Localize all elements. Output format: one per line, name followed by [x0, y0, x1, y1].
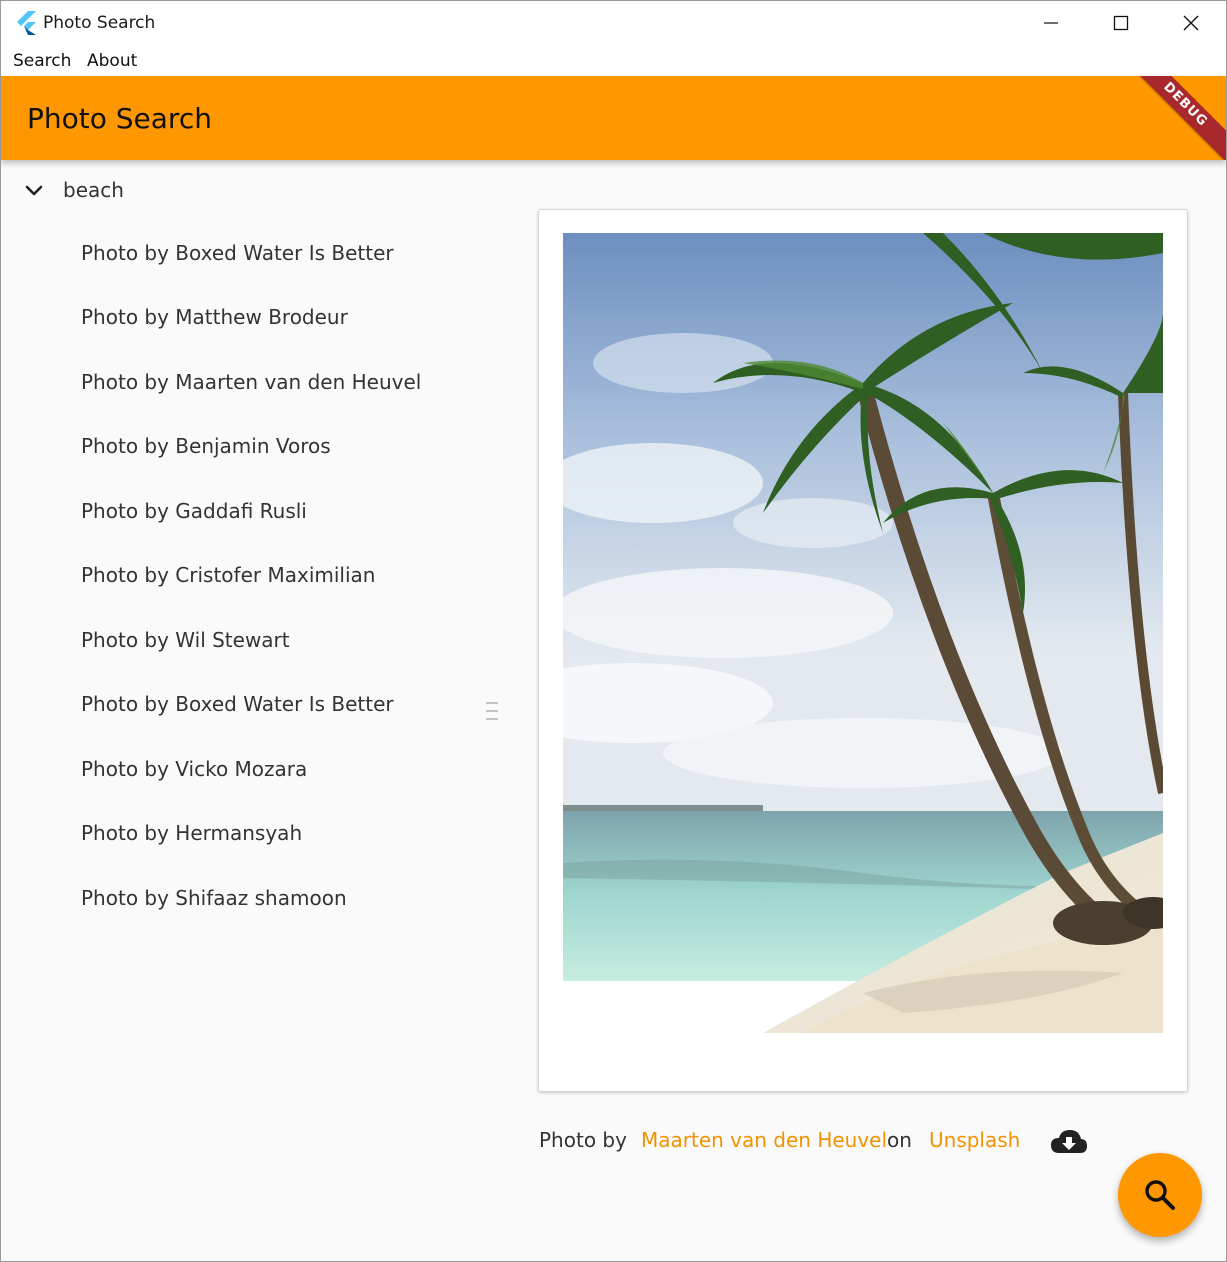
photo-list-item[interactable]: Photo by Benjamin Voros [81, 434, 331, 474]
menu-search[interactable]: Search [13, 51, 71, 71]
photo-list-item[interactable]: Photo by Shifaaz shamoon [81, 886, 347, 926]
maximize-icon [1113, 15, 1129, 31]
photo-list-item[interactable]: Photo by Wil Stewart [81, 628, 290, 668]
search-fab-button[interactable] [1118, 1153, 1202, 1237]
cloud-download-icon[interactable] [1049, 1127, 1089, 1157]
photo-list-item[interactable]: Photo by Matthew Brodeur [81, 305, 348, 345]
flutter-logo-icon [17, 11, 36, 35]
author-link[interactable]: Maarten van den Heuvel [641, 1128, 887, 1152]
maximize-button[interactable] [1086, 1, 1156, 45]
minimize-button[interactable] [1016, 1, 1086, 45]
caption-on: on [887, 1128, 912, 1152]
photo-list-item[interactable]: Photo by Gaddafi Rusli [81, 499, 307, 539]
close-button[interactable] [1156, 1, 1226, 45]
chevron-down-icon [25, 185, 43, 196]
photo-list-item[interactable]: Photo by Boxed Water Is Better [81, 692, 394, 732]
photo-list-item[interactable]: Photo by Hermansyah [81, 821, 302, 861]
menu-about[interactable]: About [87, 51, 137, 71]
photo-list-item[interactable]: Photo by Maarten van den Heuvel [81, 370, 421, 410]
window-title: Photo Search [43, 13, 156, 33]
debug-banner: DEBUG [1124, 76, 1226, 160]
menu-bar: Search About [1, 45, 1226, 76]
beach-photo-image [563, 233, 1163, 1033]
photo-list-item[interactable]: Photo by Vicko Mozara [81, 757, 307, 797]
caption-prefix: Photo by [539, 1128, 627, 1152]
photo-detail-card [538, 209, 1188, 1092]
search-group-label: beach [63, 178, 124, 202]
photo-list-item[interactable]: Photo by Cristofer Maximilian [81, 563, 375, 603]
close-icon [1183, 15, 1199, 31]
app-bar: Photo Search DEBUG [1, 76, 1226, 160]
source-link[interactable]: Unsplash [929, 1128, 1020, 1152]
drag-handle-icon[interactable] [485, 700, 499, 722]
minimize-icon [1044, 22, 1058, 24]
search-group-header[interactable]: beach [1, 166, 501, 216]
title-bar: Photo Search [1, 1, 1226, 45]
search-icon [1145, 1180, 1175, 1210]
beach-photo [563, 233, 1163, 1033]
photo-list-item[interactable]: Photo by Boxed Water Is Better [81, 241, 394, 281]
page-title: Photo Search [27, 102, 212, 135]
app-window: Photo Search Search About Photo Search D… [0, 0, 1227, 1262]
